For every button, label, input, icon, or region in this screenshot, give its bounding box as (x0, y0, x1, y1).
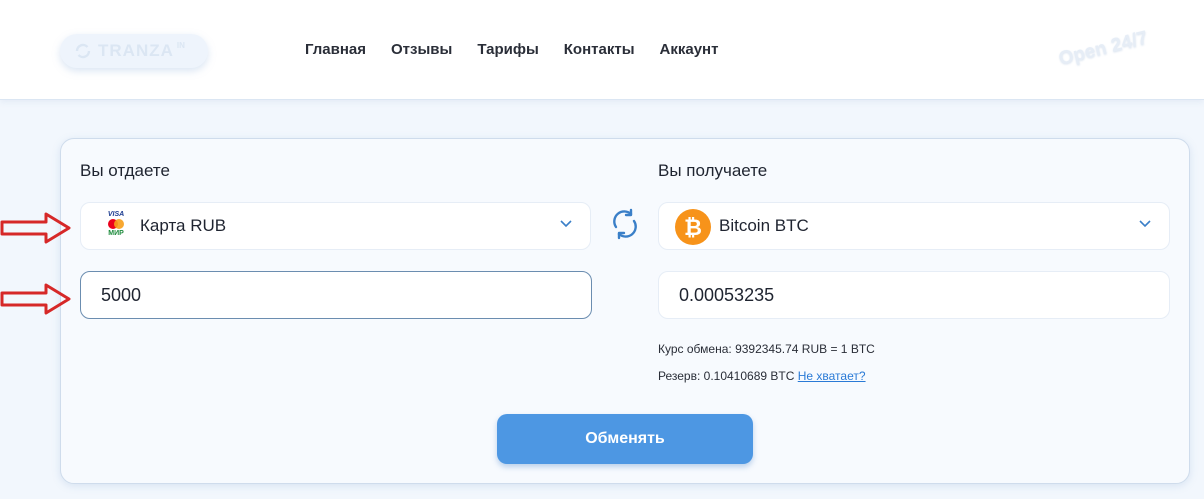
not-enough-link[interactable]: Не хватает? (798, 369, 866, 383)
visa-mir-card-icon: VISA МИР (103, 211, 129, 243)
chevron-down-icon (560, 220, 572, 228)
logo[interactable]: TRANZA IN (60, 34, 208, 68)
mir-icon-label: МИР (108, 230, 124, 237)
rate-label: Курс обмена: (658, 342, 732, 356)
exchange-button[interactable]: Обменять (497, 414, 753, 464)
nav-reviews[interactable]: Отзывы (391, 41, 452, 58)
mastercard-icon (108, 219, 124, 229)
open-24-7-badge: Open 24/7 (1056, 27, 1150, 70)
get-label: Вы получаете (658, 161, 768, 180)
annotation-arrow-icon (0, 212, 71, 244)
reserve-info: Резерв: 0.10410689 BTC Не хватает? (658, 369, 866, 383)
logo-sup: IN (176, 40, 185, 50)
give-label: Вы отдаете (80, 161, 170, 180)
nav-home[interactable]: Главная (305, 41, 366, 58)
get-currency-select[interactable]: ₿ Bitcoin BTC (658, 202, 1170, 250)
main-nav: Главная Отзывы Тарифы Контакты Аккаунт (305, 41, 743, 58)
annotation-arrow-icon (0, 283, 71, 315)
get-amount-input[interactable] (658, 271, 1170, 319)
give-currency-name: Карта RUB (140, 216, 227, 235)
svg-text:₿: ₿ (684, 216, 702, 241)
nav-contacts[interactable]: Контакты (564, 41, 635, 58)
visa-icon-label: VISA (107, 211, 125, 218)
swap-icon[interactable] (608, 207, 642, 241)
rate-value: 9392345.74 RUB = 1 BTC (735, 342, 875, 356)
bitcoin-icon: ₿ (675, 209, 711, 245)
site-header: TRANZA IN Главная Отзывы Тарифы Контакты… (0, 0, 1204, 100)
refresh-logo-icon (75, 43, 91, 59)
nav-account[interactable]: Аккаунт (660, 41, 719, 58)
get-currency-name: Bitcoin BTC (719, 216, 809, 235)
give-currency-select[interactable]: VISA МИР Карта RUB (80, 202, 591, 250)
nav-tariffs[interactable]: Тарифы (477, 41, 538, 58)
reserve-label: Резерв: (658, 369, 701, 383)
reserve-value: 0.10410689 BTC (703, 369, 795, 383)
logo-text: TRANZA (98, 41, 174, 60)
chevron-down-icon (1139, 220, 1151, 228)
give-amount-input[interactable] (80, 271, 592, 319)
exchange-rate: Курс обмена: 9392345.74 RUB = 1 BTC (658, 342, 875, 356)
